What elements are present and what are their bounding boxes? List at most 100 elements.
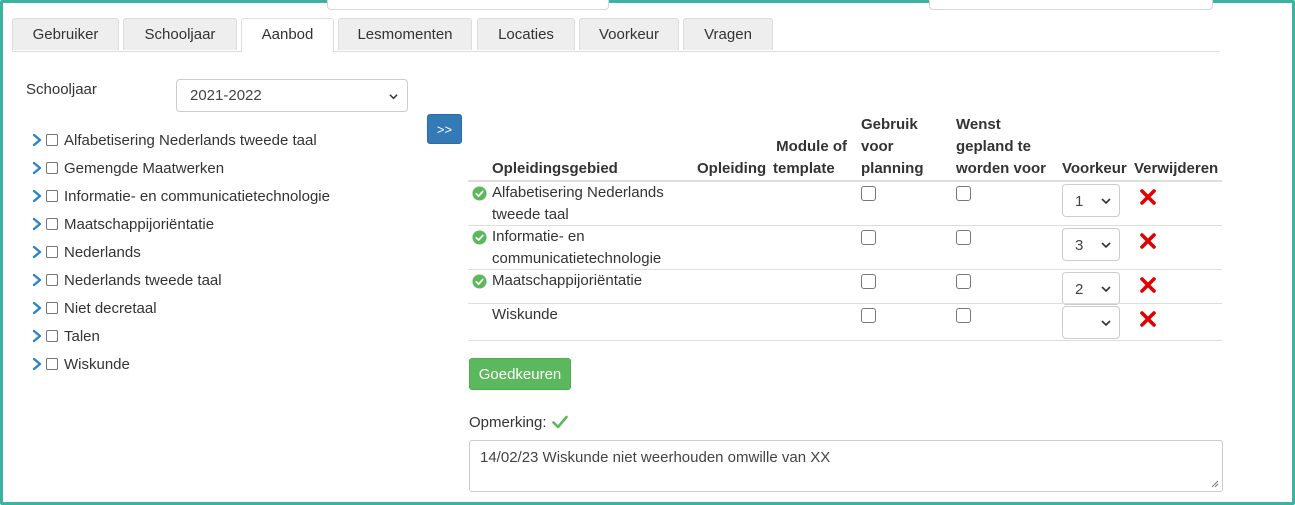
remark-text: 14/02/23 Wiskunde niet weerhouden omwill…: [480, 449, 831, 466]
tree-item[interactable]: Nederlands: [31, 241, 141, 263]
schooljaar-label: Schooljaar: [26, 81, 97, 98]
tree-item[interactable]: Niet decretaal: [31, 297, 157, 319]
delete-icon[interactable]: [1139, 276, 1157, 294]
chevron-down-icon: [389, 94, 398, 100]
header-voorkeur: Voorkeur: [1062, 160, 1127, 177]
preference-select[interactable]: 1: [1062, 184, 1120, 217]
chevron-right-icon[interactable]: [31, 161, 43, 175]
tree-item-label: Nederlands: [64, 243, 141, 261]
preference-select[interactable]: 3: [1062, 228, 1120, 261]
tree-item-label: Maatschappijoriëntatie: [64, 215, 215, 233]
tree-item-checkbox[interactable]: [46, 302, 58, 314]
header-wenst-line3: worden voor: [956, 160, 1047, 177]
chevron-right-icon[interactable]: [31, 189, 43, 203]
resize-handle-icon[interactable]: [1210, 479, 1219, 488]
row-area-line1: Wiskunde: [492, 306, 558, 323]
schooljaar-select[interactable]: 2021-2022: [176, 79, 408, 112]
tree-item[interactable]: Talen: [31, 325, 100, 347]
tree-item-checkbox[interactable]: [46, 246, 58, 258]
chevron-right-icon[interactable]: [31, 217, 43, 231]
tree-item[interactable]: Alfabetisering Nederlands tweede taal: [31, 129, 317, 151]
tree-item-label: Gemengde Maatwerken: [64, 159, 225, 177]
delete-icon[interactable]: [1139, 232, 1157, 250]
delete-icon[interactable]: [1139, 188, 1157, 206]
tree-item-label: Alfabetisering Nederlands tweede taal: [64, 131, 317, 149]
use-for-planning-checkbox[interactable]: [861, 308, 876, 323]
chevron-right-icon[interactable]: [31, 273, 43, 287]
chevron-down-icon: [1101, 198, 1111, 205]
remark-label: Opmerking:: [469, 414, 547, 431]
tree-item-checkbox[interactable]: [46, 190, 58, 202]
wish-planned-checkbox[interactable]: [956, 274, 971, 289]
tree-item[interactable]: Maatschappijoriëntatie: [31, 213, 214, 235]
tree-item-label: Talen: [64, 327, 100, 345]
preference-value: 3: [1075, 237, 1084, 254]
chevron-down-icon: [1101, 320, 1111, 327]
chevron-down-icon: [1101, 286, 1111, 293]
tab-gebruiker[interactable]: Gebruiker: [12, 18, 119, 50]
tab-lesmomenten[interactable]: Lesmomenten: [338, 18, 472, 50]
preference-value: 1: [1075, 193, 1084, 210]
tree-item-label: Niet decretaal: [64, 299, 157, 317]
wish-planned-checkbox[interactable]: [956, 308, 971, 323]
move-to-table-button[interactable]: >>: [427, 114, 462, 144]
header-wenst-line2: gepland te: [956, 138, 1032, 155]
header-gebruik-line1: Gebruik: [861, 116, 918, 133]
wish-planned-checkbox[interactable]: [956, 186, 971, 201]
tree-item-label: Informatie- en communicatietechnologie: [64, 187, 330, 205]
schooljaar-value: 2021-2022: [190, 87, 262, 104]
tree-item-checkbox[interactable]: [46, 274, 58, 286]
tree-item[interactable]: Wiskunde: [31, 353, 130, 375]
use-for-planning-checkbox[interactable]: [861, 230, 876, 245]
header-module-line2: template: [773, 160, 835, 177]
remark-textarea[interactable]: 14/02/23 Wiskunde niet weerhouden omwill…: [469, 440, 1223, 492]
header-opleiding: Opleiding: [697, 160, 767, 177]
tab-schooljaar[interactable]: Schooljaar: [123, 18, 237, 50]
header-wenst-line1: Wenst: [956, 116, 1001, 133]
row-divider: [468, 340, 1222, 341]
use-for-planning-checkbox[interactable]: [861, 186, 876, 201]
tab-aanbod[interactable]: Aanbod: [241, 18, 334, 52]
tree-item-label: Wiskunde: [64, 355, 130, 373]
tree-item[interactable]: Nederlands tweede taal: [31, 269, 222, 291]
approved-check-icon: [472, 274, 487, 289]
top-field-left[interactable]: [327, 0, 609, 10]
preference-select[interactable]: [1062, 306, 1120, 339]
header-module-line1: Module of: [776, 138, 847, 155]
top-field-right[interactable]: [929, 0, 1213, 10]
preference-select[interactable]: 2: [1062, 272, 1120, 305]
tab-vragen[interactable]: Vragen: [683, 18, 773, 50]
check-icon: [552, 415, 568, 429]
row-area-line1: Maatschappijoriëntatie: [492, 272, 643, 289]
row-area-line2: communicatietechnologie: [492, 250, 662, 267]
tab-locaties[interactable]: Locaties: [477, 18, 575, 50]
tree-item-checkbox[interactable]: [46, 358, 58, 370]
chevron-right-icon[interactable]: [31, 133, 43, 147]
approved-check-icon: [472, 230, 487, 245]
tree-item[interactable]: Gemengde Maatwerken: [31, 157, 224, 179]
preference-value: 2: [1075, 281, 1084, 298]
chevron-right-icon[interactable]: [31, 329, 43, 343]
tab-voorkeur[interactable]: Voorkeur: [579, 18, 679, 50]
wish-planned-checkbox[interactable]: [956, 230, 971, 245]
row-divider: [468, 303, 1222, 304]
use-for-planning-checkbox[interactable]: [861, 274, 876, 289]
row-area-line1: Alfabetisering Nederlands: [492, 184, 664, 201]
tree-item-checkbox[interactable]: [46, 134, 58, 146]
row-area-line1: Informatie- en: [492, 228, 585, 245]
header-verwijderen: Verwijderen: [1134, 160, 1219, 177]
approved-check-icon: [472, 186, 487, 201]
tree-item-checkbox[interactable]: [46, 162, 58, 174]
approve-button[interactable]: Goedkeuren: [469, 358, 571, 390]
chevron-right-icon[interactable]: [31, 245, 43, 259]
tree-item-checkbox[interactable]: [46, 330, 58, 342]
tree-item[interactable]: Informatie- en communicatietechnologie: [31, 185, 330, 207]
chevron-down-icon: [1101, 242, 1111, 249]
header-opleidingsgebied: Opleidingsgebied: [492, 160, 618, 177]
chevron-right-icon[interactable]: [31, 301, 43, 315]
tab-bar: Gebruiker Schooljaar Aanbod Lesmomenten …: [12, 18, 1220, 52]
chevron-right-icon[interactable]: [31, 357, 43, 371]
tree-item-checkbox[interactable]: [46, 218, 58, 230]
delete-icon[interactable]: [1139, 310, 1157, 328]
tree-item-label: Nederlands tweede taal: [64, 271, 222, 289]
